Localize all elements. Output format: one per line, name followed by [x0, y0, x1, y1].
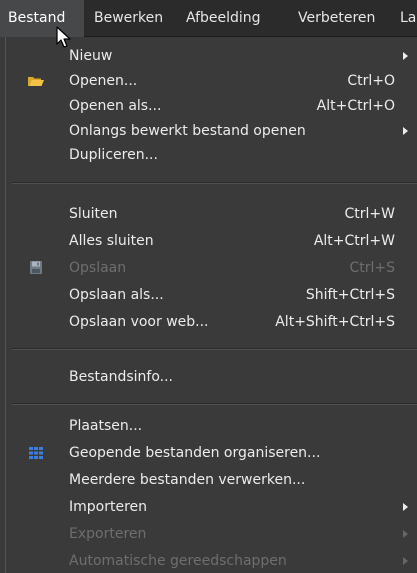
- bestand-dropdown-menu: Nieuw Openen... Ctrl+O Openen als... Alt…: [5, 37, 417, 573]
- menu-item-opslaan: Opslaan Ctrl+S: [6, 256, 417, 280]
- menu-item-openen-als[interactable]: Openen als... Alt+Ctrl+O: [6, 94, 417, 118]
- submenu-arrow-icon: [403, 557, 408, 565]
- menu-verbeteren[interactable]: Verbeteren: [290, 0, 390, 37]
- menu-item-label: Onlangs bewerkt bestand openen: [69, 123, 306, 139]
- menu-separator: [12, 348, 417, 350]
- menu-item-dupliceren[interactable]: Dupliceren...: [6, 143, 417, 167]
- menu-item-label: Dupliceren...: [69, 147, 158, 163]
- submenu-arrow-icon: [403, 127, 408, 135]
- folder-icon: [27, 73, 45, 89]
- menu-item-importeren[interactable]: Importeren: [6, 495, 417, 519]
- menu-lagen[interactable]: La: [392, 0, 417, 37]
- menu-item-shortcut: Ctrl+S: [349, 260, 395, 276]
- menu-item-shortcut: Alt+Ctrl+O: [316, 98, 395, 114]
- menu-item-shortcut: Shift+Ctrl+S: [305, 287, 395, 303]
- menu-item-label: Nieuw: [69, 48, 113, 64]
- menu-item-shortcut: Ctrl+O: [347, 73, 395, 89]
- menu-item-meerdere-bestanden-verwerken[interactable]: Meerdere bestanden verwerken...: [6, 468, 417, 492]
- menu-separator: [12, 182, 417, 184]
- menu-item-shortcut: Ctrl+W: [344, 206, 395, 222]
- menu-item-sluiten[interactable]: Sluiten Ctrl+W: [6, 202, 417, 226]
- submenu-arrow-icon: [403, 52, 408, 60]
- menu-item-label: Opslaan voor web...: [69, 314, 209, 330]
- menu-item-label: Sluiten: [69, 206, 118, 222]
- mouse-cursor-icon: [56, 26, 71, 48]
- menu-item-label: Opslaan als...: [69, 287, 164, 303]
- menu-item-bestandsinfo[interactable]: Bestandsinfo...: [6, 365, 417, 389]
- menu-item-onlangs-bewerkt[interactable]: Onlangs bewerkt bestand openen: [6, 119, 417, 143]
- menu-item-shortcut: Alt+Ctrl+W: [313, 233, 395, 249]
- menu-bewerken[interactable]: Bewerken: [86, 0, 176, 37]
- menu-item-label: Meerdere bestanden verwerken...: [69, 472, 306, 488]
- menu-item-openen[interactable]: Openen... Ctrl+O: [6, 69, 417, 93]
- menu-item-opslaan-als[interactable]: Opslaan als... Shift+Ctrl+S: [6, 283, 417, 307]
- menu-item-label: Bestandsinfo...: [69, 369, 173, 385]
- menu-item-label: Plaatsen...: [69, 418, 143, 434]
- menu-item-exporteren: Exporteren: [6, 522, 417, 546]
- menu-item-automatische-gereedschappen: Automatische gereedschappen: [6, 549, 417, 573]
- menu-item-alles-sluiten[interactable]: Alles sluiten Alt+Ctrl+W: [6, 229, 417, 253]
- menu-item-label: Alles sluiten: [69, 233, 154, 249]
- submenu-arrow-icon: [403, 530, 408, 538]
- menu-item-label: Openen als...: [69, 98, 162, 114]
- menu-item-label: Geopende bestanden organiseren...: [69, 445, 321, 461]
- grid-icon: [27, 445, 45, 461]
- menu-item-label: Openen...: [69, 73, 138, 89]
- floppy-disk-icon: [27, 260, 45, 276]
- menu-item-label: Opslaan: [69, 260, 127, 276]
- submenu-arrow-icon: [403, 503, 408, 511]
- menu-afbeelding[interactable]: Afbeelding: [178, 0, 288, 37]
- menu-item-label: Exporteren: [69, 526, 147, 542]
- menu-item-opslaan-voor-web[interactable]: Opslaan voor web... Alt+Shift+Ctrl+S: [6, 310, 417, 334]
- menu-item-shortcut: Alt+Shift+Ctrl+S: [275, 314, 395, 330]
- menu-separator: [12, 403, 417, 405]
- menu-item-geopende-bestanden-organiseren[interactable]: Geopende bestanden organiseren...: [6, 441, 417, 465]
- menu-item-label: Importeren: [69, 499, 148, 515]
- menu-item-label: Automatische gereedschappen: [69, 553, 287, 569]
- app-window: Bestand Bewerken Afbeelding Verbeteren L…: [0, 0, 417, 573]
- menu-item-plaatsen[interactable]: Plaatsen...: [6, 414, 417, 438]
